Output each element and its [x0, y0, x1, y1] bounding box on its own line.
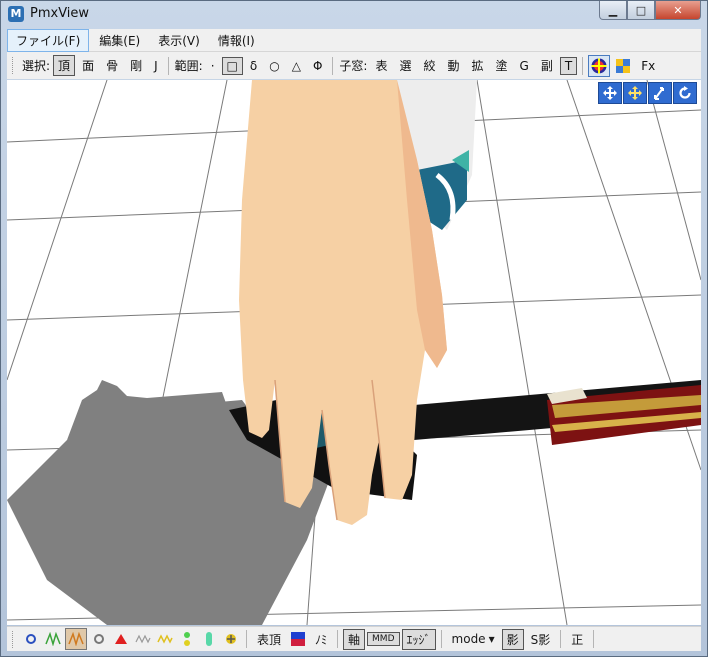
- subwin-paint-button[interactable]: 塗: [491, 55, 513, 76]
- range-phi-button[interactable]: Φ: [308, 57, 327, 75]
- range-rect-button[interactable]: □: [221, 56, 243, 75]
- menu-file[interactable]: ファイル(F): [7, 28, 90, 52]
- ortho-button[interactable]: 正: [566, 629, 588, 650]
- app-window: M PmxView ▁ □ ✕ ファイル(F) 編集(E) 表示(V) 情報(I…: [0, 0, 708, 657]
- range-triangle-button[interactable]: △: [287, 57, 306, 75]
- title-bar[interactable]: M PmxView ▁ □ ✕: [1, 1, 707, 27]
- 3d-viewport[interactable]: [7, 80, 701, 625]
- menu-view[interactable]: 表示(V): [150, 30, 208, 51]
- wave-gray-icon[interactable]: [133, 629, 153, 649]
- show-vertices-button[interactable]: 表頂: [252, 629, 286, 650]
- toolbar-grip[interactable]: [12, 57, 16, 74]
- menu-info[interactable]: 情報(I): [210, 30, 263, 51]
- minimize-button[interactable]: ▁: [599, 1, 627, 20]
- select-face-button[interactable]: 面: [77, 55, 99, 76]
- wire-orange-icon[interactable]: [65, 628, 87, 650]
- menu-edit[interactable]: 編集(E): [91, 30, 148, 51]
- target-icon[interactable]: [588, 54, 611, 77]
- axis-button[interactable]: 軸: [343, 628, 366, 650]
- scene-canvas: [7, 80, 701, 625]
- toolbar-separator: [582, 56, 584, 75]
- pan-icon[interactable]: [598, 82, 622, 104]
- select-rigid-button[interactable]: 剛: [125, 55, 147, 76]
- maximize-button[interactable]: □: [627, 1, 655, 20]
- window-title: PmxView: [30, 6, 90, 21]
- shadow-button[interactable]: 影: [501, 628, 524, 650]
- move-icon[interactable]: [623, 82, 647, 104]
- subwin-filter-button[interactable]: 絞: [418, 55, 440, 76]
- fx-button[interactable]: Fx: [636, 57, 660, 75]
- vertex-dot-icon[interactable]: [21, 629, 41, 649]
- toolbar: 選択: 頂 面 骨 剛 J 範囲: · □ δ ○ △ Φ 子窓: 表 選 絞 …: [7, 52, 701, 79]
- statusbar-separator: [593, 630, 595, 648]
- triangle-red-icon[interactable]: [111, 629, 131, 649]
- status-bar: 表頂 ﾉﾐ 軸 MMD ｴｯｼﾞ mode ▾ 影 S影 正: [7, 626, 701, 651]
- point-gray-icon[interactable]: [89, 629, 109, 649]
- range-point-button[interactable]: ·: [206, 57, 220, 75]
- range-circle-button[interactable]: ○: [264, 57, 284, 75]
- statusbar-separator: [246, 630, 247, 648]
- grid-quad-icon[interactable]: [612, 55, 634, 77]
- statusbar-separator: [337, 630, 339, 648]
- view-nav-controls: [598, 82, 697, 104]
- mi-button[interactable]: ﾉﾐ: [310, 629, 332, 650]
- range-label: 範囲:: [174, 59, 203, 73]
- mmd-button[interactable]: MMD: [367, 632, 400, 646]
- zoom-icon[interactable]: [648, 82, 672, 104]
- self-shadow-button[interactable]: S影: [526, 629, 556, 650]
- wave-yellow-icon[interactable]: [155, 629, 175, 649]
- edge-button[interactable]: ｴｯｼﾞ: [401, 628, 436, 650]
- bone-green-icon[interactable]: [177, 629, 197, 649]
- chevron-down-icon: ▾: [488, 632, 495, 646]
- select-joint-button[interactable]: J: [149, 57, 163, 75]
- subwindow-label: 子窓:: [339, 59, 368, 73]
- menu-bar: ファイル(F) 編集(E) 表示(V) 情報(I): [7, 28, 701, 52]
- toolbar-separator: [167, 56, 169, 75]
- wire-green-icon[interactable]: [43, 629, 63, 649]
- color-swatch-icon[interactable]: [288, 629, 308, 649]
- mode-label: mode: [451, 632, 486, 646]
- subwin-scale-button[interactable]: 拡: [467, 55, 489, 76]
- statusbar-separator: [560, 630, 562, 648]
- app-icon: M: [8, 6, 24, 22]
- rotate-icon[interactable]: [673, 82, 697, 104]
- subwin-select-button[interactable]: 選: [394, 55, 416, 76]
- subwin-sub-button[interactable]: 副: [536, 55, 558, 76]
- range-delta-button[interactable]: δ: [245, 57, 262, 75]
- subwin-move-button[interactable]: 動: [442, 55, 464, 76]
- select-vertex-button[interactable]: 頂: [53, 55, 76, 76]
- joint-icon[interactable]: [221, 629, 241, 649]
- toolbar-separator: [332, 56, 334, 75]
- capsule-teal-icon[interactable]: [199, 629, 219, 649]
- select-label: 選択:: [22, 59, 51, 73]
- subwin-t-button[interactable]: T: [559, 56, 578, 75]
- subwin-table-button[interactable]: 表: [370, 55, 392, 76]
- mode-dropdown[interactable]: mode ▾: [448, 631, 499, 647]
- subwin-g-button[interactable]: G: [515, 57, 534, 75]
- statusbar-separator: [440, 630, 442, 648]
- close-button[interactable]: ✕: [655, 1, 701, 20]
- statusbar-grip[interactable]: [12, 630, 16, 648]
- select-bone-button[interactable]: 骨: [101, 55, 123, 76]
